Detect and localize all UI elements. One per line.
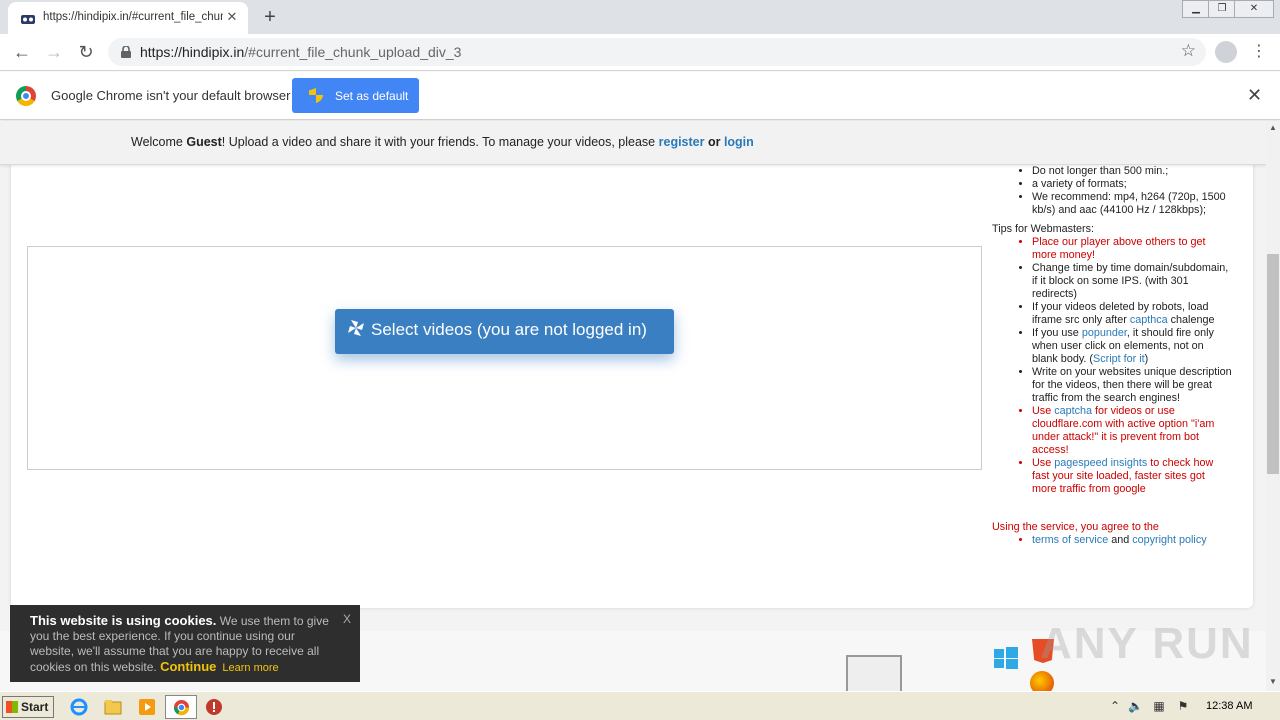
popunder-link[interactable]: popunder <box>1082 327 1127 339</box>
upload-drop-area[interactable] <box>27 246 982 470</box>
cookie-learn-more-link[interactable]: Learn more <box>222 662 278 674</box>
cookie-banner: This website is using cookies. We use th… <box>10 605 360 682</box>
reload-icon[interactable]: ↻ <box>74 40 98 64</box>
login-link[interactable]: login <box>724 135 754 149</box>
select-videos-label: Select videos (you are not logged in) <box>371 320 647 339</box>
anyrun-watermark: ANY RUN <box>1040 619 1254 668</box>
url-path: /#current_file_chunk_upload_div_3 <box>244 44 462 60</box>
volume-icon[interactable]: 🔈 <box>1128 699 1143 713</box>
cookie-continue-button[interactable]: Continue <box>160 659 216 674</box>
windows-logo-icon <box>994 647 1018 669</box>
tips-heading: Tips for Webmasters: <box>992 223 1094 235</box>
list-item: Write on your websites unique descriptio… <box>1032 366 1232 405</box>
window-close-icon[interactable]: ✕ <box>1234 0 1274 18</box>
taskbar-clock: 12:38 AM <box>1206 700 1253 712</box>
address-bar[interactable]: https://hindipix.in/#current_file_chunk_… <box>108 38 1206 66</box>
firefox-logo-icon <box>1030 671 1054 691</box>
infobar-close-icon[interactable]: ✕ <box>1247 86 1262 104</box>
chrome-logo-icon <box>16 86 36 106</box>
tab-close-icon[interactable]: ✕ <box>224 9 240 25</box>
browser-tab[interactable]: https://hindipix.in/#current_file_chunk_… <box>8 2 248 34</box>
requirements-list: Do not longer than 500 min.; a variety o… <box>992 165 1232 217</box>
forward-icon[interactable]: → <box>42 40 66 64</box>
info-sidebar: Do not longer than 500 min.; a variety o… <box>992 165 1232 547</box>
welcome-guest: Guest <box>186 135 222 149</box>
captcha-link[interactable]: capthca <box>1130 314 1168 326</box>
tip-text: Use <box>1032 457 1055 469</box>
scrollbar-thumb[interactable] <box>1267 254 1279 474</box>
stop-sign-icon[interactable] <box>205 698 223 716</box>
upload-pinwheel-icon <box>348 320 364 336</box>
internet-explorer-icon[interactable] <box>70 698 88 716</box>
welcome-middle: ! Upload a video and share it with your … <box>221 135 659 149</box>
start-label: Start <box>21 700 49 714</box>
cookie-close-icon[interactable]: X <box>343 612 351 627</box>
agreement-text: Using the service, you agree to the <box>992 521 1159 533</box>
tab-title: https://hindipix.in/#current_file_chunk_… <box>43 11 223 23</box>
scroll-up-icon[interactable]: ▲ <box>1266 123 1280 135</box>
tv-icon <box>846 655 902 691</box>
network-icon[interactable]: ▦ <box>1152 699 1166 713</box>
system-tray: ⌃ 🔈 ▦ ⚑ 12:38 AM <box>1108 696 1278 718</box>
tip-text: chalenge <box>1167 314 1215 326</box>
list-item: Use pagespeed insights to check how fast… <box>1032 457 1232 496</box>
captcha-link-2[interactable]: captcha <box>1054 405 1092 417</box>
scroll-down-icon[interactable]: ▼ <box>1266 677 1280 689</box>
list-item: We recommend: mp4, h264 (720p, 1500 kb/s… <box>1032 191 1232 217</box>
windows-taskbar: Start ⌃ 🔈 ▦ ⚑ 12:38 AM <box>0 691 1280 720</box>
pagespeed-link[interactable]: pagespeed insights <box>1054 457 1147 469</box>
start-button[interactable]: Start <box>2 696 54 718</box>
back-icon[interactable]: ← <box>10 40 34 64</box>
agreement-and: and <box>1108 534 1133 546</box>
register-link[interactable]: register <box>659 135 705 149</box>
welcome-message: Welcome Guest! Upload a video and share … <box>131 135 754 149</box>
bookmark-star-icon[interactable]: ☆ <box>1181 41 1196 61</box>
copyright-policy-link[interactable]: copyright policy <box>1132 534 1206 546</box>
browser-toolbar: ← → ↻ https://hindipix.in/#current_file_… <box>0 34 1280 71</box>
list-item: If your videos deleted by robots, load i… <box>1032 301 1232 327</box>
list-item: Use captcha for videos or use cloudflare… <box>1032 405 1232 457</box>
list-item: Change time by time domain/subdomain, if… <box>1032 262 1232 301</box>
list-item: a variety of formats; <box>1032 178 1232 191</box>
chrome-icon <box>173 699 190 716</box>
menu-icon[interactable]: ⋮ <box>1250 40 1268 64</box>
url-host: https://hindipix.in <box>140 44 245 60</box>
page-scrollbar[interactable]: ▲ ▼ <box>1266 121 1280 691</box>
profile-avatar-icon[interactable] <box>1215 41 1237 63</box>
agreement-list: terms of service and copyright policy <box>992 534 1232 547</box>
tip-text: ) <box>1144 353 1149 365</box>
action-center-flag-icon[interactable]: ⚑ <box>1176 699 1190 713</box>
welcome-prefix: Welcome <box>131 135 187 149</box>
list-item: Do not longer than 500 min.; <box>1032 165 1232 178</box>
tip-text: If you use <box>1032 327 1082 339</box>
lock-icon <box>121 46 131 58</box>
list-item: If you use popunder, it should fire only… <box>1032 327 1232 366</box>
site-favicon-icon <box>21 15 35 24</box>
infobar-message: Google Chrome isn't your default browser <box>51 88 291 103</box>
default-browser-infobar: Google Chrome isn't your default browser… <box>0 72 1280 120</box>
folder-icon[interactable] <box>104 698 122 716</box>
set-as-default-button[interactable]: Set as default <box>292 78 419 113</box>
tab-strip: https://hindipix.in/#current_file_chunk_… <box>0 0 1280 34</box>
shield-icon <box>309 88 323 103</box>
set-as-default-label: Set as default <box>335 89 409 103</box>
minimize-icon[interactable]: ▁ <box>1182 0 1210 18</box>
script-for-it-link[interactable]: Script for it <box>1093 353 1145 365</box>
welcome-or: or <box>704 135 724 149</box>
url-text: https://hindipix.in/#current_file_chunk_… <box>140 44 461 60</box>
tray-expand-icon[interactable]: ⌃ <box>1108 699 1122 713</box>
media-player-icon[interactable] <box>138 698 156 716</box>
restore-icon[interactable]: ❐ <box>1208 0 1236 18</box>
list-item: Place our player above others to get mor… <box>1032 236 1232 262</box>
cookie-heading: This website is using cookies. <box>30 613 217 628</box>
taskbar-chrome-button[interactable] <box>165 695 197 719</box>
terms-link[interactable]: terms of service <box>1032 534 1108 546</box>
tips-list: Place our player above others to get mor… <box>992 236 1232 496</box>
tip-text: Use <box>1032 405 1055 417</box>
select-videos-button[interactable]: Select videos (you are not logged in) <box>335 309 674 354</box>
new-tab-icon[interactable]: + <box>258 5 282 29</box>
windows-flag-icon <box>6 701 18 713</box>
list-item: terms of service and copyright policy <box>1032 534 1232 547</box>
welcome-bar: Welcome Guest! Upload a video and share … <box>0 121 1266 165</box>
